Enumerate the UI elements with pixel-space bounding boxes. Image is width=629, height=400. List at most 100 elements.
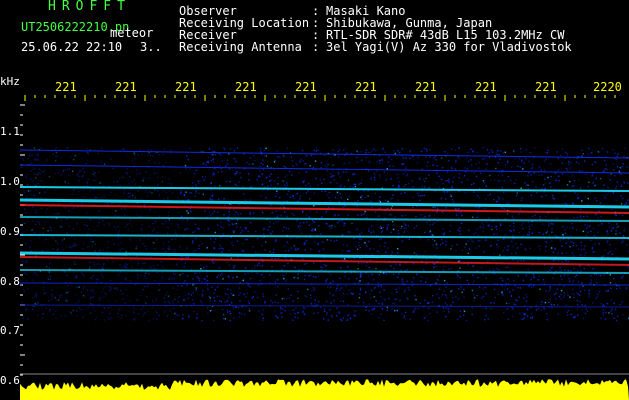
noise-dot [371, 309, 373, 311]
noise-dot [226, 300, 228, 303]
noise-dot [479, 239, 481, 242]
noise-dot [291, 174, 293, 176]
noise-dot [201, 320, 203, 322]
noise-dot [102, 219, 104, 222]
noise-dot [221, 273, 223, 275]
noise-dot [370, 289, 373, 292]
noise-dot [472, 282, 474, 284]
noise-dot [87, 153, 89, 155]
noise-dot [227, 219, 229, 221]
noise-dot [103, 195, 105, 197]
noise-dot [27, 190, 30, 192]
noise-dot [485, 168, 487, 170]
noise-dot [329, 282, 332, 284]
noise-dot [33, 273, 35, 275]
noise-dot [312, 228, 314, 230]
noise-dot [139, 172, 141, 174]
signal-lines [20, 149, 629, 308]
noise-dot [198, 280, 200, 282]
noise-dot [403, 316, 405, 319]
noise-dot [67, 291, 69, 293]
noise-dot [545, 250, 547, 252]
noise-dot [80, 271, 82, 273]
noise-dot [335, 289, 337, 292]
noise-dot [523, 162, 525, 164]
noise-dot [33, 166, 35, 169]
noise-dot [353, 257, 356, 259]
noise-dot [168, 190, 171, 192]
noise-dot [524, 182, 526, 184]
noise-dot [549, 163, 552, 165]
noise-dot [87, 294, 89, 296]
noise-dot [212, 262, 215, 264]
noise-dot [505, 282, 507, 285]
noise-dot [48, 278, 50, 280]
noise-dot [290, 313, 292, 316]
noise-dot [364, 242, 366, 244]
noise-dot [585, 234, 588, 236]
noise-dot [577, 293, 579, 295]
noise-dot [615, 319, 618, 322]
noise-dot [378, 302, 380, 305]
noise-dot [293, 245, 296, 247]
noise-dot [124, 207, 126, 209]
noise-dot [229, 180, 231, 183]
noise-dot [276, 150, 278, 152]
noise-dot [326, 170, 329, 172]
noise-dot [348, 289, 350, 291]
noise-dot [612, 149, 614, 151]
noise-dot [196, 316, 198, 319]
noise-dot [502, 294, 504, 296]
noise-dot [119, 309, 121, 311]
noise-dot [403, 314, 405, 317]
noise-dot [49, 278, 51, 281]
noise-dot [82, 168, 84, 170]
noise-dot [187, 212, 189, 214]
noise-dot [568, 278, 570, 280]
noise-dot [613, 277, 615, 280]
noise-dot [153, 172, 156, 174]
noise-dot [247, 173, 250, 175]
noise-dot [90, 241, 92, 243]
noise-dot [269, 251, 271, 253]
noise-dot [425, 316, 427, 318]
noise-dot [545, 313, 548, 315]
noise-dot [204, 281, 207, 283]
noise-dot [138, 261, 140, 264]
noise-dot [594, 184, 596, 187]
noise-dot [465, 319, 468, 322]
noise-dot [284, 211, 286, 213]
noise-dot [108, 175, 110, 177]
noise-dot [417, 192, 419, 195]
noise-dot [562, 235, 564, 237]
noise-dot [55, 299, 57, 301]
noise-dot [476, 216, 478, 218]
noise-dot [596, 282, 598, 284]
noise-dot [374, 178, 376, 181]
noise-dot [195, 272, 198, 274]
noise-dot [211, 154, 213, 156]
noise-dot [441, 211, 444, 213]
noise-dot [365, 196, 367, 198]
noise-dot [561, 245, 563, 247]
noise-dot [37, 190, 40, 192]
noise-dot [256, 179, 259, 181]
noise-dot [405, 227, 407, 229]
noise-dot [21, 194, 23, 196]
noise-dot [165, 250, 167, 252]
noise-dot [216, 286, 219, 288]
noise-dot [263, 149, 265, 152]
noise-dot [288, 170, 291, 173]
noise-dot [301, 257, 304, 259]
noise-dot [202, 193, 204, 195]
noise-dot [349, 231, 352, 233]
noise-dot [209, 214, 212, 216]
noise-dot [282, 230, 284, 232]
noise-dot [203, 179, 206, 181]
noise-dot [125, 262, 127, 265]
noise-dot [281, 312, 284, 314]
noise-dot [622, 240, 625, 243]
noise-dot [525, 300, 528, 302]
noise-dot [271, 257, 273, 260]
noise-dot [532, 285, 535, 287]
